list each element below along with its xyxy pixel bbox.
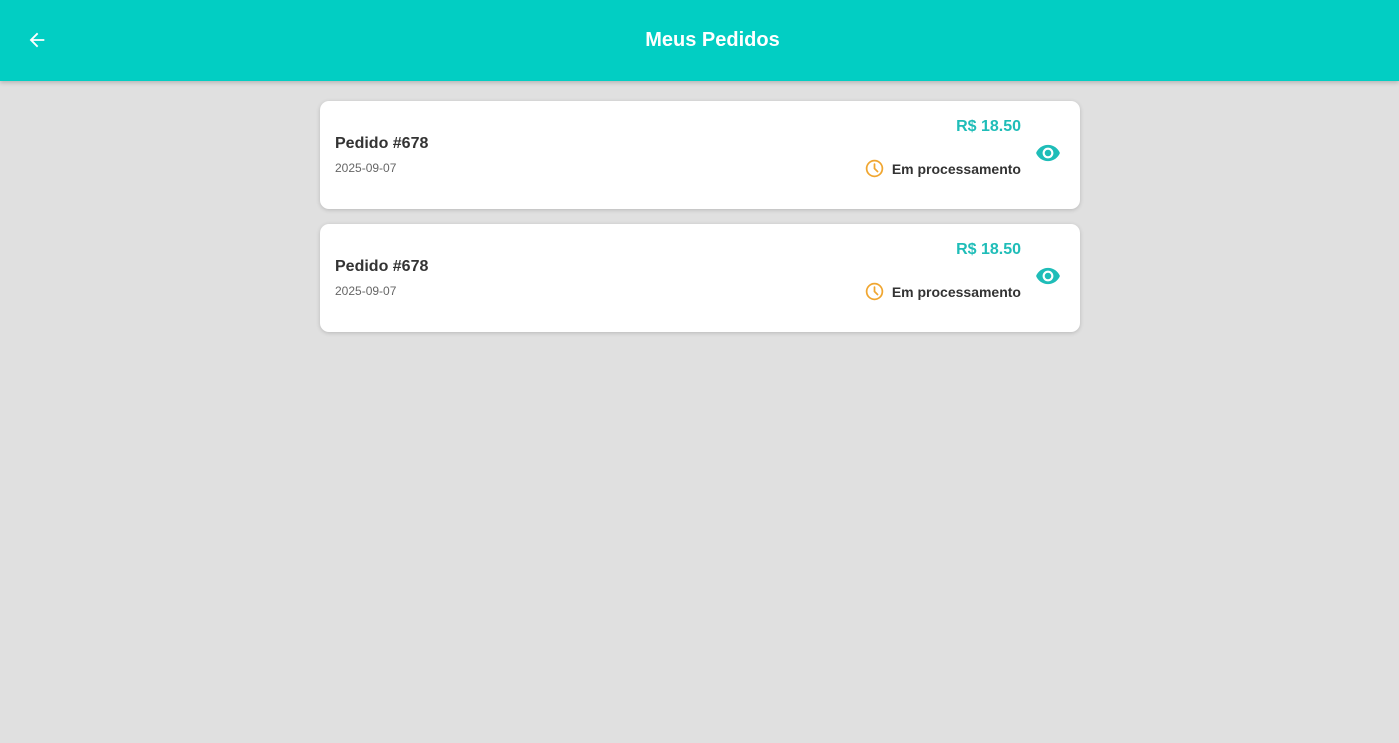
eye-icon [1036, 267, 1060, 285]
view-order-button[interactable] [1034, 139, 1062, 167]
view-order-button[interactable] [1034, 262, 1062, 290]
order-title: Pedido #678 [335, 135, 429, 152]
page-title: Meus Pedidos [645, 29, 780, 51]
status-label: Em processamento [891, 160, 1021, 177]
order-price: R$ 18.50 [956, 241, 1021, 258]
order-status: Em processamento [864, 158, 1021, 179]
clock-icon [865, 282, 884, 301]
order-card: Pedido #678 2025-09-07 R$ 18.50 Em proce… [320, 224, 1080, 332]
orders-list: Pedido #678 2025-09-07 R$ 18.50 Em proce… [320, 101, 1080, 347]
app-bar: Meus Pedidos [0, 0, 1399, 81]
order-card: Pedido #678 2025-09-07 R$ 18.50 Em proce… [320, 101, 1080, 209]
order-date: 2025-09-07 [335, 161, 397, 175]
order-date: 2025-09-07 [335, 284, 397, 298]
order-title: Pedido #678 [335, 258, 429, 275]
clock-icon [865, 159, 884, 178]
order-price: R$ 18.50 [956, 118, 1021, 135]
status-label: Em processamento [891, 283, 1021, 300]
order-status: Em processamento [864, 281, 1021, 302]
eye-icon [1036, 144, 1060, 162]
